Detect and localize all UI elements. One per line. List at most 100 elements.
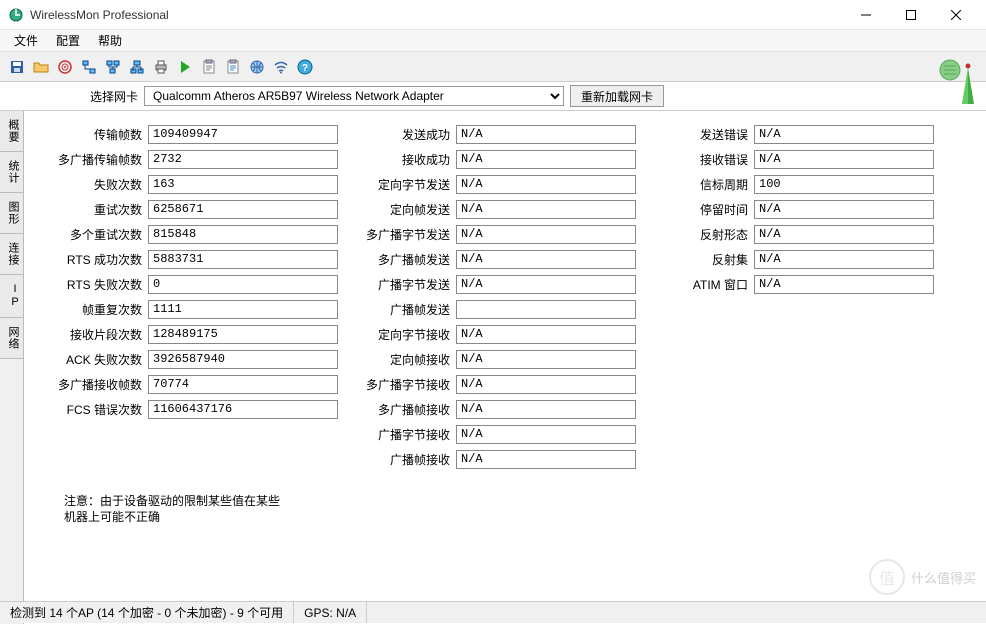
main-area: 概要 统计 图形 连接 IP 网络 传输帧数109409947 多广播传输帧数27…: [0, 110, 986, 624]
stat-row: 传输帧数109409947: [38, 123, 338, 145]
stat-label: 发送错误: [644, 126, 754, 143]
stat-value: N/A: [456, 400, 636, 419]
adapter-select[interactable]: Qualcomm Atheros AR5B97 Wireless Network…: [144, 86, 564, 106]
adapter-label: 选择网卡: [90, 88, 138, 105]
stat-value: N/A: [456, 225, 636, 244]
stat-row: 定向字节接收N/A: [346, 323, 636, 345]
reload-adapter-button[interactable]: 重新加载网卡: [570, 85, 664, 107]
antenna-icon: [932, 56, 980, 104]
stat-row: ATIM 窗口N/A: [644, 273, 934, 295]
stat-row: 反射集N/A: [644, 248, 934, 270]
wifi-icon[interactable]: [270, 56, 292, 78]
note-text: 注意：由于设备驱动的限制某些值在某些机器上可能不正确: [64, 494, 284, 525]
help-icon[interactable]: ?: [294, 56, 316, 78]
stat-row: 多广播帧接收N/A: [346, 398, 636, 420]
vtab-stats[interactable]: 统计: [0, 152, 23, 193]
stat-row: RTS 失败次数0: [38, 273, 338, 295]
vtab-summary[interactable]: 概要: [0, 111, 23, 152]
stat-value: 3926587940: [148, 350, 338, 369]
stat-label: 多广播帧接收: [346, 401, 456, 418]
stat-label: 帧重复次数: [38, 301, 148, 318]
close-button[interactable]: [933, 0, 978, 30]
stats-col-1: 传输帧数109409947多广播传输帧数2732失败次数163重试次数62586…: [38, 123, 338, 470]
vtab-ip[interactable]: IP: [0, 275, 23, 318]
content-pane: 传输帧数109409947多广播传输帧数2732失败次数163重试次数62586…: [24, 111, 986, 624]
stat-row: 信标周期100: [644, 173, 934, 195]
maximize-button[interactable]: [888, 0, 933, 30]
stat-row: 多广播字节接收N/A: [346, 373, 636, 395]
network2-icon[interactable]: [102, 56, 124, 78]
status-ap: 检测到 14 个AP (14 个加密 - 0 个未加密) - 9 个可用: [0, 602, 294, 623]
stat-row: 接收错误N/A: [644, 148, 934, 170]
open-icon[interactable]: [30, 56, 52, 78]
menu-help[interactable]: 帮助: [90, 30, 130, 51]
stat-row: 停留时间N/A: [644, 198, 934, 220]
stat-value: 2732: [148, 150, 338, 169]
stat-value: N/A: [456, 125, 636, 144]
stat-row: ACK 失败次数3926587940: [38, 348, 338, 370]
menu-config[interactable]: 配置: [48, 30, 88, 51]
stat-label: 多广播传输帧数: [38, 151, 148, 168]
stat-row: 定向帧接收N/A: [346, 348, 636, 370]
menubar: 文件 配置 帮助: [0, 30, 986, 52]
stat-row: 广播帧接收N/A: [346, 448, 636, 470]
stat-value: N/A: [754, 125, 934, 144]
adapter-row: 选择网卡 Qualcomm Atheros AR5B97 Wireless Ne…: [0, 82, 986, 110]
minimize-button[interactable]: [843, 0, 888, 30]
statusbar: 检测到 14 个AP (14 个加密 - 0 个未加密) - 9 个可用 GPS…: [0, 601, 986, 623]
stat-label: 接收错误: [644, 151, 754, 168]
stat-row: 多广播接收帧数70774: [38, 373, 338, 395]
stat-row: 多广播传输帧数2732: [38, 148, 338, 170]
play-icon[interactable]: [174, 56, 196, 78]
stat-label: 接收片段次数: [38, 326, 148, 343]
stat-label: 广播字节接收: [346, 426, 456, 443]
stat-label: 定向帧发送: [346, 201, 456, 218]
stat-value: N/A: [754, 150, 934, 169]
watermark: 值 什么值得买: [869, 559, 976, 595]
stat-label: 传输帧数: [38, 126, 148, 143]
vtab-connect[interactable]: 连接: [0, 234, 23, 275]
stat-value: 128489175: [148, 325, 338, 344]
stat-label: 反射集: [644, 251, 754, 268]
stat-row: 定向帧发送N/A: [346, 198, 636, 220]
stat-row: 多个重试次数815848: [38, 223, 338, 245]
stat-row: 多广播帧发送N/A: [346, 248, 636, 270]
stat-value: N/A: [456, 250, 636, 269]
printer-icon[interactable]: [150, 56, 172, 78]
stat-row: 接收片段次数128489175: [38, 323, 338, 345]
network1-icon[interactable]: [78, 56, 100, 78]
stat-value: 11606437176: [148, 400, 338, 419]
vtab-net[interactable]: 网络: [0, 318, 23, 359]
stat-label: 发送成功: [346, 126, 456, 143]
network3-icon[interactable]: [126, 56, 148, 78]
stat-row: 多广播字节发送N/A: [346, 223, 636, 245]
stat-label: 多广播字节发送: [346, 226, 456, 243]
stats-col-2: 发送成功N/A接收成功N/A定向字节发送N/A定向帧发送N/A多广播字节发送N/…: [346, 123, 636, 470]
window-title: WirelessMon Professional: [30, 8, 843, 22]
stat-label: 多广播接收帧数: [38, 376, 148, 393]
vtab-graph[interactable]: 图形: [0, 193, 23, 234]
stat-value: N/A: [456, 375, 636, 394]
save-icon[interactable]: [6, 56, 28, 78]
stat-value: N/A: [456, 200, 636, 219]
menu-file[interactable]: 文件: [6, 30, 46, 51]
stat-value: N/A: [754, 275, 934, 294]
globe-icon[interactable]: [246, 56, 268, 78]
stat-label: 多个重试次数: [38, 226, 148, 243]
stat-value: N/A: [456, 150, 636, 169]
stat-label: 多广播帧发送: [346, 251, 456, 268]
stat-value: N/A: [456, 175, 636, 194]
status-gps: GPS: N/A: [294, 602, 367, 623]
vertical-tabs: 概要 统计 图形 连接 IP 网络: [0, 111, 24, 624]
stats-col-3: 发送错误N/A接收错误N/A信标周期100停留时间N/A反射形态N/A反射集N/…: [644, 123, 934, 470]
stat-row: 定向字节发送N/A: [346, 173, 636, 195]
target-icon[interactable]: [54, 56, 76, 78]
stat-label: 广播帧发送: [346, 301, 456, 318]
stat-value: N/A: [456, 350, 636, 369]
stat-row: 广播字节接收N/A: [346, 423, 636, 445]
clipboard2-icon[interactable]: [222, 56, 244, 78]
clipboard1-icon[interactable]: [198, 56, 220, 78]
stat-value: N/A: [754, 250, 934, 269]
stat-value: 70774: [148, 375, 338, 394]
stat-value: 100: [754, 175, 934, 194]
